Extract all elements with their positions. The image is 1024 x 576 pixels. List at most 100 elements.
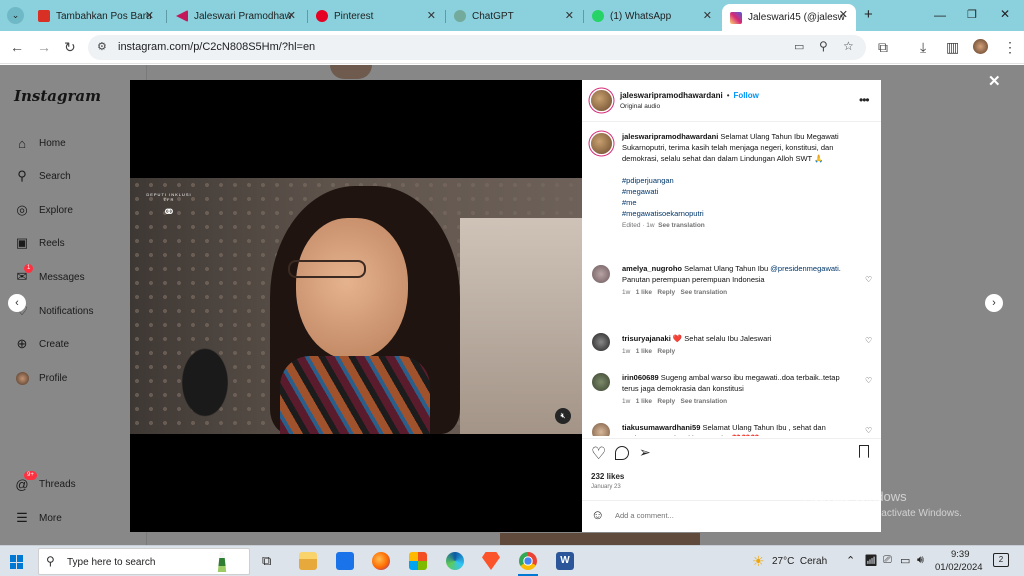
hashtag-link[interactable]: #megawati bbox=[622, 186, 860, 197]
notification-center-icon[interactable]: 2 bbox=[993, 553, 1009, 567]
browser-menu-icon[interactable]: ⋮ bbox=[1003, 39, 1017, 55]
reload-icon[interactable]: ↻ bbox=[64, 39, 76, 55]
hashtag-link[interactable]: #me bbox=[622, 197, 860, 208]
close-tab-icon[interactable]: ✕ bbox=[839, 8, 848, 21]
commenter-username[interactable]: irin060689 bbox=[622, 373, 659, 382]
close-tab-icon[interactable]: ✕ bbox=[427, 9, 436, 22]
tab-search-button[interactable]: ⌄ bbox=[7, 7, 24, 24]
extensions-icon[interactable]: ⧉ bbox=[878, 39, 888, 55]
brave-icon[interactable] bbox=[482, 552, 500, 570]
microsoft-store-icon[interactable] bbox=[409, 552, 427, 570]
bookmark-star-icon[interactable]: ☆ bbox=[843, 39, 854, 53]
see-translation-link[interactable]: See translation bbox=[681, 398, 728, 405]
browser-tab[interactable]: Pinterest ✕ bbox=[308, 5, 444, 27]
restore-window-icon[interactable]: ❐ bbox=[967, 8, 977, 21]
sidebar-item-home[interactable]: ⌂ Home bbox=[14, 135, 66, 151]
comments-scroll-area[interactable]: jaleswaripramodhawardani Selamat Ulang T… bbox=[582, 122, 881, 436]
weather-text[interactable]: 27°C Cerah bbox=[772, 556, 827, 567]
close-tab-icon[interactable]: ✕ bbox=[565, 9, 574, 22]
display-icon[interactable]: ⎚ bbox=[883, 554, 892, 567]
see-translation-link[interactable]: See translation bbox=[681, 289, 728, 296]
like-comment-heart-icon[interactable]: ♡ bbox=[865, 275, 872, 284]
reply-button[interactable]: Reply bbox=[657, 348, 675, 355]
mail-icon[interactable] bbox=[336, 552, 354, 570]
site-settings-icon[interactable]: ⚙ bbox=[97, 40, 107, 53]
caption-author-avatar[interactable] bbox=[591, 133, 612, 154]
clock-date[interactable]: 01/02/2024 bbox=[935, 562, 983, 573]
author-avatar[interactable] bbox=[591, 90, 612, 111]
close-tab-icon[interactable]: ✕ bbox=[145, 9, 154, 22]
browser-tab[interactable]: (1) WhatsApp ✕ bbox=[584, 5, 720, 27]
comment-like-count[interactable]: 1 like bbox=[636, 289, 652, 296]
clock-time[interactable]: 9:39 bbox=[951, 549, 970, 560]
more-options-icon[interactable]: ••• bbox=[859, 93, 870, 107]
save-bookmark-icon[interactable] bbox=[859, 445, 869, 458]
chrome-icon[interactable] bbox=[519, 552, 537, 570]
comment-bubble-icon[interactable] bbox=[615, 446, 629, 460]
mute-button[interactable]: 🔇︎ bbox=[555, 408, 571, 424]
reply-button[interactable]: Reply bbox=[657, 398, 675, 405]
commenter-avatar[interactable] bbox=[592, 373, 610, 391]
weather-sun-icon[interactable]: ☀ bbox=[752, 553, 765, 570]
commenter-avatar[interactable] bbox=[592, 333, 610, 351]
minimize-window-icon[interactable]: — bbox=[934, 8, 946, 22]
commenter-username[interactable]: tiakusumawardhani59 bbox=[622, 423, 700, 432]
commenter-username[interactable]: amelya_nugroho bbox=[622, 264, 682, 273]
add-comment-input[interactable]: Add a comment... bbox=[615, 511, 674, 520]
windows-start-icon[interactable] bbox=[10, 555, 24, 569]
commenter-avatar[interactable] bbox=[592, 265, 610, 283]
emoji-picker-icon[interactable]: ☺ bbox=[591, 507, 604, 522]
sidebar-item-threads[interactable]: @9+ Threads bbox=[14, 471, 76, 492]
browser-tab[interactable]: Tambahkan Pos Baru ✕ bbox=[30, 5, 162, 27]
hashtag-link[interactable]: #pdiperjuangan bbox=[622, 175, 860, 186]
like-heart-icon[interactable]: ♡ bbox=[591, 444, 606, 464]
url-text[interactable]: instagram.com/p/C2cN808S5Hm/?hl=en bbox=[118, 41, 315, 53]
comment-like-count[interactable]: 1 like bbox=[636, 398, 652, 405]
forward-arrow-icon[interactable]: → bbox=[37, 39, 51, 55]
comment-like-count[interactable]: 1 like bbox=[636, 348, 652, 355]
downloads-icon[interactable]: ⤓ bbox=[920, 39, 926, 55]
close-tab-icon[interactable]: ✕ bbox=[703, 9, 712, 22]
instagram-logo[interactable]: Instagram bbox=[14, 87, 101, 105]
address-bar[interactable]: ⚙ instagram.com/p/C2cN808S5Hm/?hl=en ▭ ⚲… bbox=[88, 35, 866, 60]
battery-icon[interactable]: ▭ bbox=[900, 554, 910, 567]
commenter-avatar[interactable] bbox=[592, 423, 610, 436]
sidebar-item-more[interactable]: ☰ More bbox=[14, 510, 62, 526]
profile-avatar[interactable] bbox=[973, 39, 988, 54]
zoom-icon[interactable]: ⚲ bbox=[819, 39, 828, 53]
sidebar-item-messages[interactable]: ✉ 1 Messages bbox=[14, 264, 85, 285]
author-username[interactable]: jaleswaripramodhawardani bbox=[620, 91, 723, 100]
like-comment-heart-icon[interactable]: ♡ bbox=[865, 336, 872, 345]
sidebar-item-profile[interactable]: Profile bbox=[14, 370, 67, 386]
reply-button[interactable]: Reply bbox=[657, 289, 675, 296]
share-paper-plane-icon[interactable]: ➢ bbox=[639, 444, 651, 461]
firefox-icon[interactable] bbox=[372, 552, 390, 570]
new-tab-button[interactable]: + bbox=[864, 6, 873, 23]
like-count[interactable]: 232 likes bbox=[591, 472, 624, 481]
sidebar-item-explore[interactable]: ◎ Explore bbox=[14, 202, 73, 218]
browser-tab[interactable]: Jaleswari Pramodhaw ✕ bbox=[168, 5, 304, 27]
browser-tab-active[interactable]: Jaleswari45 (@jalesw ✕ bbox=[722, 4, 856, 31]
side-panel-icon[interactable]: ▥ bbox=[946, 39, 959, 55]
network-wifi-icon[interactable]: 📶︎ bbox=[864, 554, 878, 567]
follow-button[interactable]: Follow bbox=[734, 91, 759, 100]
caption-author-name[interactable]: jaleswaripramodhawardani bbox=[622, 132, 718, 141]
next-post-button[interactable]: › bbox=[985, 294, 1003, 312]
audio-label[interactable]: Original audio bbox=[620, 103, 660, 110]
file-explorer-icon[interactable] bbox=[299, 552, 317, 570]
mention-link[interactable]: @presidenmegawati bbox=[770, 264, 838, 273]
volume-speaker-icon[interactable]: 🔊︎ bbox=[917, 554, 924, 567]
show-hidden-icons-chevron-icon[interactable]: ⌃ bbox=[846, 554, 855, 567]
word-icon[interactable]: W bbox=[556, 552, 574, 570]
reel-video-player[interactable]: DEPUTI INKLUSI TFR ⚭ 🔇︎ bbox=[130, 80, 582, 532]
edge-icon[interactable] bbox=[446, 552, 464, 570]
taskbar-search-box[interactable]: ⚲ Type here to search bbox=[38, 548, 250, 575]
sidebar-item-notifications[interactable]: ♡ Notifications bbox=[14, 303, 93, 319]
close-window-icon[interactable]: ✕ bbox=[1000, 7, 1010, 21]
commenter-username[interactable]: trisuryajanaki bbox=[622, 334, 671, 343]
hashtag-link[interactable]: #megawatisoekarnoputri bbox=[622, 208, 860, 219]
previous-post-button[interactable]: ‹ bbox=[8, 294, 26, 312]
sidebar-item-reels[interactable]: ▣ Reels bbox=[14, 235, 65, 251]
install-app-icon[interactable]: ▭ bbox=[794, 40, 804, 53]
task-view-icon[interactable]: ⧉ bbox=[262, 553, 271, 569]
